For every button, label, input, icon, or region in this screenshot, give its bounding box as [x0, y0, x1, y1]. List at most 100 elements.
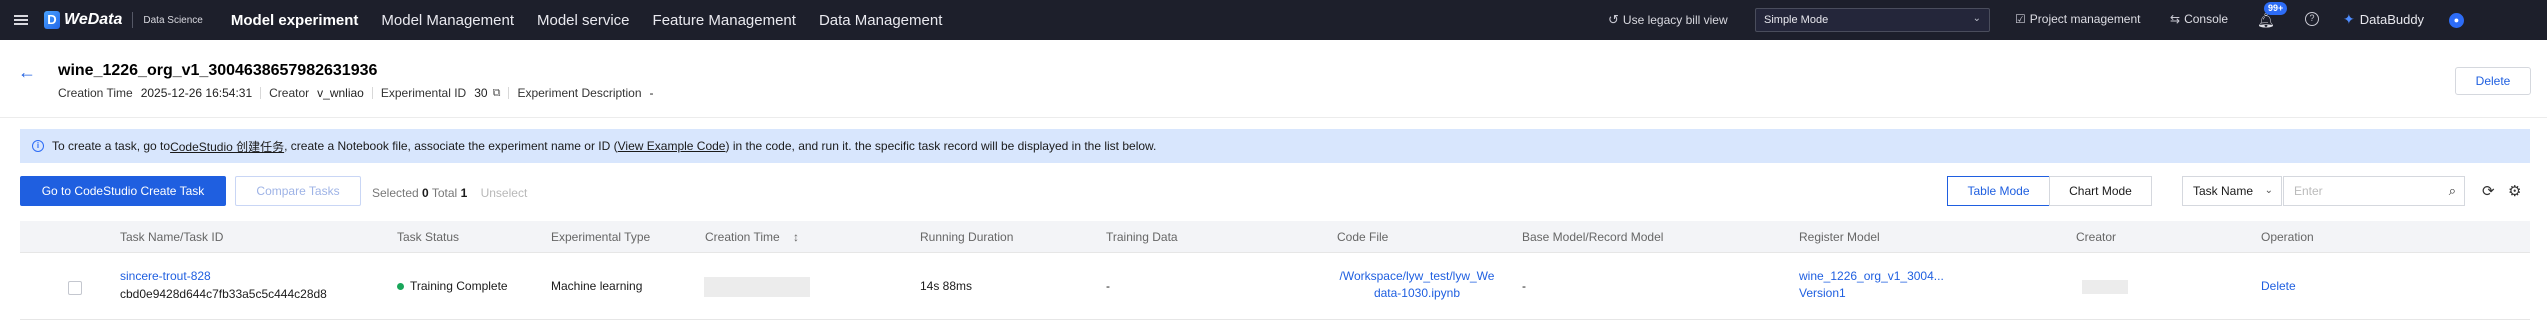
total-count: 1 [460, 186, 468, 200]
notification-badge: 99+ [2264, 2, 2288, 15]
mode-select-value: Simple Mode [1764, 14, 1829, 26]
project-icon: ☑ [2015, 12, 2026, 26]
creator-label: Creator [269, 86, 310, 100]
info-banner: i To create a task, go to CodeStudio 创建任… [20, 129, 2530, 163]
selected-label: Selected [372, 186, 419, 200]
gear-icon[interactable]: ⚙ [2508, 182, 2521, 200]
experiment-title: wine_1226_org_v1_3004638657982631936 [58, 62, 378, 79]
wedata-logo-icon: D [44, 11, 60, 29]
databuddy-button[interactable]: ✦ DataBuddy [2343, 11, 2424, 28]
experiment-description-label: Experiment Description [517, 86, 642, 100]
task-status-text: Training Complete [410, 279, 508, 293]
meta-divider [371, 87, 373, 99]
nav-feature-management[interactable]: Feature Management [653, 12, 796, 29]
task-name-link[interactable]: sincere-trout-828 [120, 269, 211, 283]
chevron-down-icon: ⌄ [2264, 185, 2273, 196]
search-icon[interactable]: ⌕ [2449, 177, 2456, 205]
meta-divider [260, 87, 262, 99]
banner-text-2: , create a Notebook file, associate the … [284, 139, 618, 153]
search-placeholder: Enter [2294, 184, 2323, 198]
creator-redacted [2082, 280, 2128, 294]
logo-divider [132, 12, 134, 28]
filter-field-value: Task Name [2193, 184, 2254, 198]
task-status: Training Complete [397, 279, 508, 293]
codestudio-link[interactable]: CodeStudio 创建任务 [170, 138, 284, 155]
console-label: Console [2184, 12, 2229, 26]
register-model-link[interactable]: wine_1226_org_v1_3004... Version1 [1799, 269, 1944, 300]
meta-divider [508, 87, 510, 99]
experimental-type: Machine learning [551, 279, 643, 293]
brand-name: WeData [64, 11, 123, 28]
filter-field-select[interactable]: Task Name ⌄ [2182, 176, 2282, 206]
experimental-id-value: 30 [474, 86, 488, 100]
delete-experiment-button[interactable]: Delete [2455, 67, 2531, 95]
chart-mode-tab[interactable]: Chart Mode [2049, 176, 2152, 206]
main-nav: Model experiment Model Management Model … [231, 0, 965, 40]
creation-time-redacted [704, 277, 810, 297]
experimental-id-label: Experimental ID [380, 86, 467, 100]
col-register-model: Register Model [1799, 230, 1880, 244]
project-management-link[interactable]: ☑ Project management [2015, 12, 2141, 26]
view-example-code-link[interactable]: View Example Code [618, 139, 726, 153]
undo-icon: ↺ [1608, 12, 1619, 27]
base-model: - [1522, 279, 1526, 293]
table-header: Task Name/Task ID Task Status Experiment… [20, 221, 2530, 253]
unselect-link[interactable]: Unselect [481, 186, 528, 200]
selection-info: Selected 0 Total 1 Unselect [372, 186, 527, 200]
brand-subtitle: Data Science [143, 14, 203, 26]
delete-task-button[interactable]: Delete [2261, 279, 2296, 293]
search-input[interactable]: Enter ⌕ [2283, 176, 2465, 206]
col-running-duration: Running Duration [920, 230, 1014, 244]
col-task-name: Task Name/Task ID [120, 230, 224, 244]
menu-icon[interactable] [14, 15, 28, 25]
info-icon: i [32, 140, 44, 152]
table-row: sincere-trout-828 cbd0e9428d644c7fb33a5c… [20, 253, 2530, 320]
legacy-bill-view-link[interactable]: ↺ Use legacy bill view [1608, 12, 1728, 28]
creation-time-value: 2025-12-26 16:54:31 [140, 86, 253, 100]
nav-model-experiment[interactable]: Model experiment [231, 12, 359, 29]
experiment-description-value: - [649, 86, 654, 100]
nav-model-service[interactable]: Model service [537, 12, 630, 29]
user-avatar[interactable]: ● [2449, 13, 2464, 28]
compare-tasks-button[interactable]: Compare Tasks [235, 176, 361, 206]
row-checkbox[interactable] [68, 281, 82, 295]
legacy-bill-view-label: Use legacy bill view [1622, 13, 1728, 27]
console-link[interactable]: ⇆ Console [2170, 12, 2228, 26]
nav-data-management[interactable]: Data Management [819, 12, 942, 29]
create-task-button[interactable]: Go to CodeStudio Create Task [20, 176, 226, 206]
databuddy-label: DataBuddy [2359, 12, 2425, 27]
sort-icon[interactable]: ↕ [793, 230, 799, 244]
training-data: - [1106, 279, 1110, 293]
register-model-version: Version1 [1799, 286, 1846, 300]
sparkle-icon: ✦ [2343, 11, 2355, 27]
code-file-link[interactable]: /Workspace/lyw_test/lyw_We data-1030.ipy… [1337, 269, 1497, 300]
col-creator: Creator [2076, 230, 2117, 244]
col-creation-time-label: Creation Time [705, 230, 780, 244]
col-operation: Operation [2261, 230, 2314, 244]
app-logo[interactable]: D WeData Data Science [44, 11, 203, 29]
nav-model-management[interactable]: Model Management [381, 12, 514, 29]
col-training-data: Training Data [1106, 230, 1178, 244]
project-management-label: Project management [2029, 12, 2141, 26]
back-arrow-icon[interactable]: ← [18, 62, 36, 83]
total-label: Total [431, 186, 458, 200]
code-file-path-1: /Workspace/lyw_test/lyw_We [1339, 269, 1495, 283]
col-task-status: Task Status [397, 230, 460, 244]
selected-count: 0 [422, 186, 429, 200]
col-creation-time[interactable]: Creation Time ↕ [705, 221, 799, 253]
banner-text-3: ) in the code, and run it. the specific … [725, 139, 1157, 153]
console-icon: ⇆ [2170, 12, 2181, 26]
col-experimental-type: Experimental Type [551, 230, 651, 244]
code-file-path-2: data-1030.ipynb [1373, 286, 1461, 300]
mode-select[interactable]: Simple Mode ⌄ [1755, 8, 1990, 32]
banner-text-1: To create a task, go to [52, 139, 171, 153]
copy-icon[interactable]: ⧉ [493, 87, 501, 100]
col-base-model: Base Model/Record Model [1522, 230, 1664, 244]
help-icon[interactable]: ? [2305, 12, 2319, 26]
col-code-file: Code File [1337, 230, 1389, 244]
refresh-icon[interactable]: ⟳ [2482, 182, 2495, 200]
table-mode-tab[interactable]: Table Mode [1947, 176, 2050, 206]
creation-time-label: Creation Time [58, 86, 133, 100]
task-table: Task Name/Task ID Task Status Experiment… [20, 221, 2530, 320]
top-navigation-bar: D WeData Data Science Model experiment M… [0, 0, 2547, 40]
